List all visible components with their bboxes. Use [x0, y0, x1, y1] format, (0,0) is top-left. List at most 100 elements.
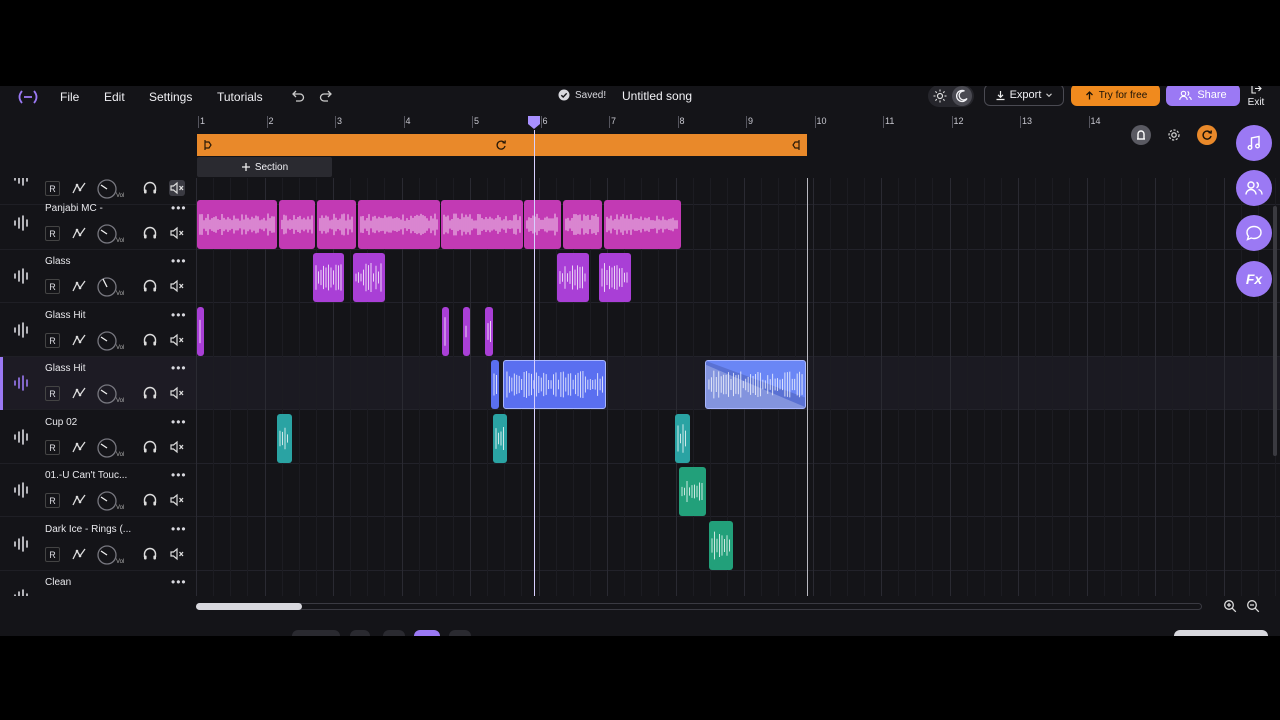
track-more-icon[interactable]: ••• — [171, 361, 187, 375]
automation-icon[interactable] — [71, 180, 87, 196]
zoom-out-icon[interactable] — [1246, 599, 1260, 613]
loop-region[interactable] — [197, 134, 807, 156]
track-lane[interactable] — [196, 464, 1280, 517]
audio-clip[interactable] — [463, 307, 470, 356]
app-logo[interactable] — [16, 89, 40, 105]
stop-button[interactable] — [350, 630, 370, 636]
menu-edit[interactable]: Edit — [104, 90, 125, 104]
audio-clip[interactable] — [353, 253, 385, 302]
arrangement-grid[interactable] — [196, 178, 1280, 596]
mute-icon[interactable] — [169, 332, 185, 348]
menu-file[interactable]: File — [60, 90, 79, 104]
track-more-icon[interactable]: ••• — [171, 254, 187, 268]
music-note-button[interactable] — [1236, 125, 1272, 161]
audio-clip[interactable] — [277, 414, 292, 463]
headphones-icon[interactable] — [142, 492, 158, 508]
record-arm-button[interactable]: R — [45, 547, 60, 562]
loop-start-handle-icon[interactable] — [203, 139, 213, 151]
playhead-handle[interactable] — [527, 115, 541, 130]
audio-clip[interactable] — [441, 200, 523, 249]
track-header[interactable]: Cup 02 ••• R Vol — [0, 411, 196, 464]
menu-settings[interactable]: Settings — [149, 90, 192, 104]
audio-clip[interactable] — [557, 253, 589, 302]
track-name[interactable]: Glass Hit — [45, 363, 135, 374]
collaborators-button[interactable] — [1236, 170, 1272, 206]
mute-icon[interactable] — [169, 180, 185, 196]
play-button[interactable] — [414, 630, 440, 636]
song-title[interactable]: Untitled song — [622, 89, 692, 103]
loop-toggle-icon[interactable] — [1197, 125, 1217, 145]
audio-clip[interactable] — [358, 200, 440, 249]
track-name[interactable]: Cup 02 — [45, 417, 135, 428]
record-arm-button[interactable]: R — [45, 181, 60, 196]
headphones-icon[interactable] — [142, 546, 158, 562]
automation-icon[interactable] — [71, 332, 87, 348]
undo-icon[interactable] — [290, 88, 306, 104]
track-header[interactable]: Dark Ice - Rings (... ••• R Vol — [0, 518, 196, 571]
transport-action-button[interactable] — [1174, 630, 1268, 636]
audio-clip[interactable] — [279, 200, 315, 249]
vertical-scrollbar[interactable] — [1273, 206, 1277, 456]
record-arm-button[interactable]: R — [45, 386, 60, 401]
audio-clip[interactable] — [503, 360, 606, 409]
forward-button[interactable] — [449, 630, 471, 636]
automation-icon[interactable] — [71, 278, 87, 294]
track-more-icon[interactable]: ••• — [171, 308, 187, 322]
track-name[interactable]: Glass Hit — [45, 310, 135, 321]
theme-toggle[interactable] — [928, 86, 974, 107]
track-header[interactable]: Glass ••• R Vol — [0, 250, 196, 303]
track-lane[interactable] — [196, 571, 1280, 596]
audio-clip[interactable] — [491, 360, 499, 409]
track-header[interactable]: Glass Hit ••• R Vol — [0, 357, 196, 410]
horizontal-scrollbar-track[interactable] — [196, 603, 1202, 610]
loop-icon[interactable] — [494, 138, 508, 152]
headphones-icon[interactable] — [142, 439, 158, 455]
headphones-icon[interactable] — [142, 180, 158, 196]
track-header[interactable]: Clean•••RVol — [0, 571, 196, 596]
track-name[interactable]: Panjabi MC - — [45, 203, 135, 214]
track-more-icon[interactable]: ••• — [171, 415, 187, 429]
track-header[interactable]: 01.-U Can't Touc... ••• R Vol — [0, 464, 196, 517]
audio-clip[interactable] — [197, 200, 277, 249]
audio-clip[interactable] — [679, 467, 706, 516]
timeline-ruler[interactable]: 1 2 3 4 5 6 7 8 9 10 11 12 13 14 — [196, 116, 1126, 130]
menu-tutorials[interactable]: Tutorials — [217, 90, 263, 104]
mute-icon[interactable] — [169, 385, 185, 401]
track-name[interactable]: 01.-U Can't Touc... — [45, 470, 135, 481]
audio-clip[interactable] — [604, 200, 681, 249]
record-arm-button[interactable]: R — [45, 333, 60, 348]
add-section-button[interactable]: Section — [197, 157, 332, 177]
audio-clip[interactable] — [197, 307, 204, 356]
record-arm-button[interactable]: R — [45, 279, 60, 294]
redo-icon[interactable] — [318, 88, 334, 104]
audio-clip[interactable] — [705, 360, 806, 409]
audio-clip[interactable] — [675, 414, 690, 463]
automation-icon[interactable] — [71, 439, 87, 455]
audio-clip[interactable] — [563, 200, 602, 249]
export-button[interactable]: Export — [984, 86, 1064, 106]
headphones-icon[interactable] — [142, 385, 158, 401]
headphones-icon[interactable] — [142, 332, 158, 348]
mute-icon[interactable] — [169, 439, 185, 455]
audio-clip[interactable] — [493, 414, 507, 463]
track-name[interactable]: Glass — [45, 256, 135, 267]
audio-clip[interactable] — [599, 253, 631, 302]
track-more-icon[interactable]: ••• — [171, 575, 187, 589]
audio-clip[interactable] — [485, 307, 493, 356]
audio-clip[interactable] — [313, 253, 344, 302]
try-for-free-button[interactable]: Try for free — [1071, 86, 1160, 106]
audio-clip[interactable] — [317, 200, 356, 249]
track-header[interactable]: Panjabi MC - ••• R Vol — [0, 197, 196, 250]
record-button[interactable] — [292, 630, 340, 636]
mute-icon[interactable] — [169, 278, 185, 294]
audio-clip[interactable] — [524, 200, 561, 249]
mute-icon[interactable] — [169, 225, 185, 241]
track-name[interactable]: Dark Ice - Rings (... — [45, 524, 135, 535]
headphones-icon[interactable] — [142, 278, 158, 294]
loop-end-handle-icon[interactable] — [791, 139, 801, 151]
track-header[interactable]: Glass Hit ••• R Vol — [0, 304, 196, 357]
track-more-icon[interactable]: ••• — [171, 522, 187, 536]
audio-clip[interactable] — [709, 521, 733, 570]
exit-button[interactable]: Exit — [1244, 86, 1268, 108]
track-lane[interactable] — [196, 518, 1280, 571]
